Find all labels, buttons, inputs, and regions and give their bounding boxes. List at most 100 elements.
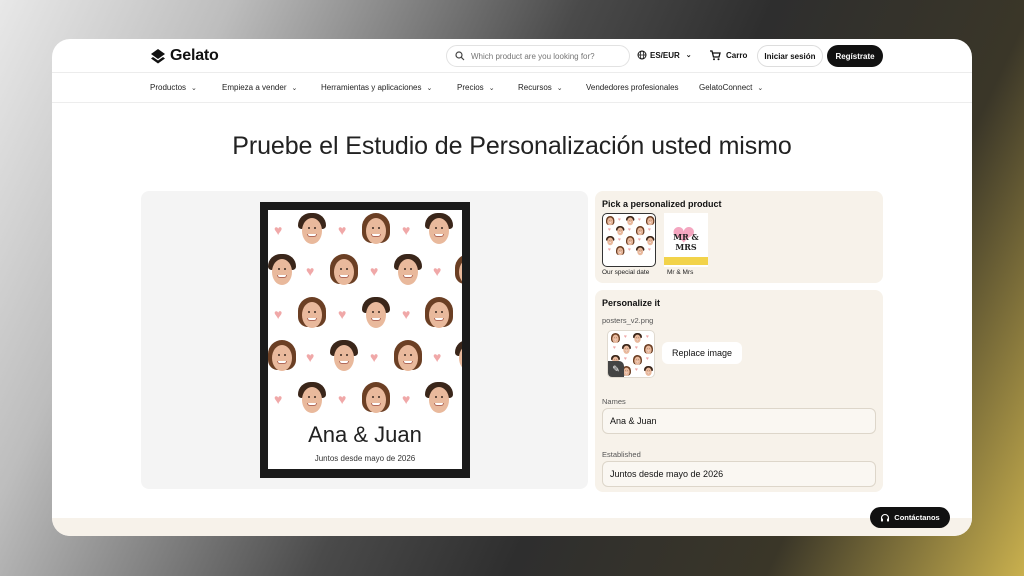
- heart-icon: ♥: [274, 306, 283, 322]
- top-bar: Gelato ES/EUR ⌄ Carro: [52, 39, 972, 73]
- face-photo: [455, 254, 462, 288]
- face-photo: [636, 246, 645, 256]
- nav-item-label: Precios: [457, 83, 484, 92]
- gelato-logo-icon: [151, 49, 165, 64]
- pick-product-title: Pick a personalized product: [602, 199, 722, 209]
- search-icon: [455, 51, 465, 61]
- face-photo: [626, 236, 635, 246]
- heart-icon: ♥: [628, 227, 631, 233]
- file-name: posters_v2.png: [602, 316, 654, 325]
- nav-item-gelatoconnect[interactable]: GelatoConnect ⌄: [699, 83, 763, 92]
- heart-icon: ♥: [648, 227, 651, 233]
- search-input[interactable]: [471, 51, 621, 61]
- face-photo: [362, 297, 390, 331]
- heart-icon: ♥: [635, 367, 638, 373]
- product-label-special-date: Our special date: [602, 269, 650, 276]
- search-bar[interactable]: [446, 45, 630, 67]
- personalize-title: Personalize it: [602, 298, 661, 308]
- chevron-down-icon: ⌄: [757, 84, 764, 92]
- pencil-icon[interactable]: ✎: [608, 361, 624, 377]
- face-photo: [425, 382, 453, 416]
- nav-item-label: Vendedores profesionales: [586, 83, 679, 92]
- face-photo: [633, 333, 642, 344]
- established-label: Established: [602, 450, 641, 459]
- product-thumb-special-date[interactable]: ♥ ♥ ♥ ♥ ♥ ♥ ♥ ♥ ♥ ♥: [602, 213, 656, 267]
- mr-mrs-band: [664, 257, 708, 265]
- established-field[interactable]: [602, 461, 876, 487]
- heart-icon: ♥: [402, 222, 411, 238]
- nav-item-herramientas[interactable]: Herramientas y aplicaciones ⌄: [321, 83, 432, 92]
- register-button[interactable]: Regístrate: [827, 45, 883, 67]
- names-label: Names: [602, 397, 626, 406]
- heart-icon: ♥: [402, 306, 411, 322]
- nav-item-vendedores-profesionales[interactable]: Vendedores profesionales: [586, 83, 679, 92]
- browser-window: Gelato ES/EUR ⌄ Carro: [52, 39, 972, 536]
- nav-item-recursos[interactable]: Recursos ⌄: [518, 83, 563, 92]
- heart-icon: ♥: [635, 345, 638, 351]
- heart-icon: ♥: [370, 349, 379, 365]
- heart-icon: ♥: [618, 237, 621, 243]
- main-nav: Productos ⌄ Empieza a vender ⌄ Herramien…: [52, 73, 972, 103]
- language-label: ES/EUR: [650, 50, 680, 60]
- face-photo: [362, 382, 390, 416]
- contact-button[interactable]: Contáctanos: [870, 507, 950, 528]
- login-button[interactable]: Iniciar sesión: [757, 45, 823, 67]
- face-photo: [425, 213, 453, 247]
- contact-label: Contáctanos: [894, 513, 940, 522]
- pick-product-panel: Pick a personalized product ♥ ♥ ♥ ♥ ♥ ♥ ♥ ♥ ♥ ♥ O…: [595, 191, 883, 283]
- gelato-logo[interactable]: Gelato: [150, 47, 219, 65]
- personalize-panel: Personalize it posters_v2.png ♥♥♥♥♥♥♥♥✎ …: [595, 290, 883, 492]
- nav-item-productos[interactable]: Productos ⌄: [150, 83, 197, 92]
- poster-preview: ♥ ♥ ♥ ♥ ♥ ♥ ♥ ♥ ♥ ♥ ♥ ♥ ♥ ♥ ♥ Ana & Juan Juntos desde …: [260, 202, 470, 478]
- face-photo: [626, 216, 635, 226]
- logo-text: Gelato: [170, 47, 219, 64]
- heart-icon: ♥: [638, 217, 641, 223]
- face-photo: [394, 340, 422, 374]
- uploaded-image-thumb[interactable]: ♥♥♥♥♥♥♥♥✎: [607, 330, 655, 378]
- heart-icon: ♥: [648, 247, 651, 253]
- heart-icon: ♥: [306, 263, 315, 279]
- heart-icon: ♥: [608, 247, 611, 253]
- chevron-down-icon: ⌄: [191, 84, 197, 92]
- face-photo: [394, 254, 422, 288]
- chevron-down-icon: ⌄: [426, 84, 433, 92]
- heart-icon: ♥: [274, 222, 283, 238]
- face-photo: [646, 236, 655, 246]
- face-photo: [330, 340, 358, 374]
- footer-strip: [52, 518, 972, 536]
- heart-icon: ♥: [338, 306, 347, 322]
- face-photo: [425, 297, 453, 331]
- nav-item-empieza-a-vender[interactable]: Empieza a vender ⌄: [222, 83, 297, 92]
- face-photo: [616, 246, 625, 256]
- language-selector[interactable]: ES/EUR ⌄: [637, 50, 692, 60]
- headset-icon: [881, 513, 890, 521]
- heart-icon: ♥: [338, 222, 347, 238]
- face-photo: [606, 236, 615, 246]
- poster-canvas: ♥ ♥ ♥ ♥ ♥ ♥ ♥ ♥ ♥ ♥ ♥ ♥ ♥ ♥ ♥ Ana & Juan Juntos desde …: [268, 210, 462, 469]
- replace-image-button[interactable]: Replace image: [662, 342, 742, 364]
- globe-icon: [637, 50, 647, 60]
- heart-icon: ♥: [274, 391, 283, 407]
- heart-icon: ♥: [433, 349, 442, 365]
- names-field[interactable]: [602, 408, 876, 434]
- heart-icon: ♥: [613, 345, 616, 351]
- page-title: Pruebe el Estudio de Personalización ust…: [232, 132, 792, 160]
- face-photo: [611, 333, 620, 344]
- heart-icon: ♥: [608, 227, 611, 233]
- product-thumb-mr-mrs[interactable]: ❤ MR & MRS: [664, 213, 708, 267]
- nav-item-label: Recursos: [518, 83, 552, 92]
- chevron-down-icon: ⌄: [488, 84, 495, 92]
- poster-names: Ana & Juan: [308, 422, 422, 447]
- heart-icon: ♥: [370, 263, 379, 279]
- face-photo: [455, 340, 462, 374]
- heart-icon: ♥: [624, 356, 627, 362]
- face-photo: [362, 213, 390, 247]
- cart-button[interactable]: Carro: [709, 49, 747, 61]
- heart-icon: ♥: [402, 391, 411, 407]
- face-photo: [633, 355, 642, 366]
- face-photo: [616, 226, 625, 236]
- heart-icon: ♥: [646, 334, 649, 340]
- nav-item-label: Herramientas y aplicaciones: [321, 83, 422, 92]
- nav-item-precios[interactable]: Precios ⌄: [457, 83, 495, 92]
- face-photo: [644, 366, 653, 377]
